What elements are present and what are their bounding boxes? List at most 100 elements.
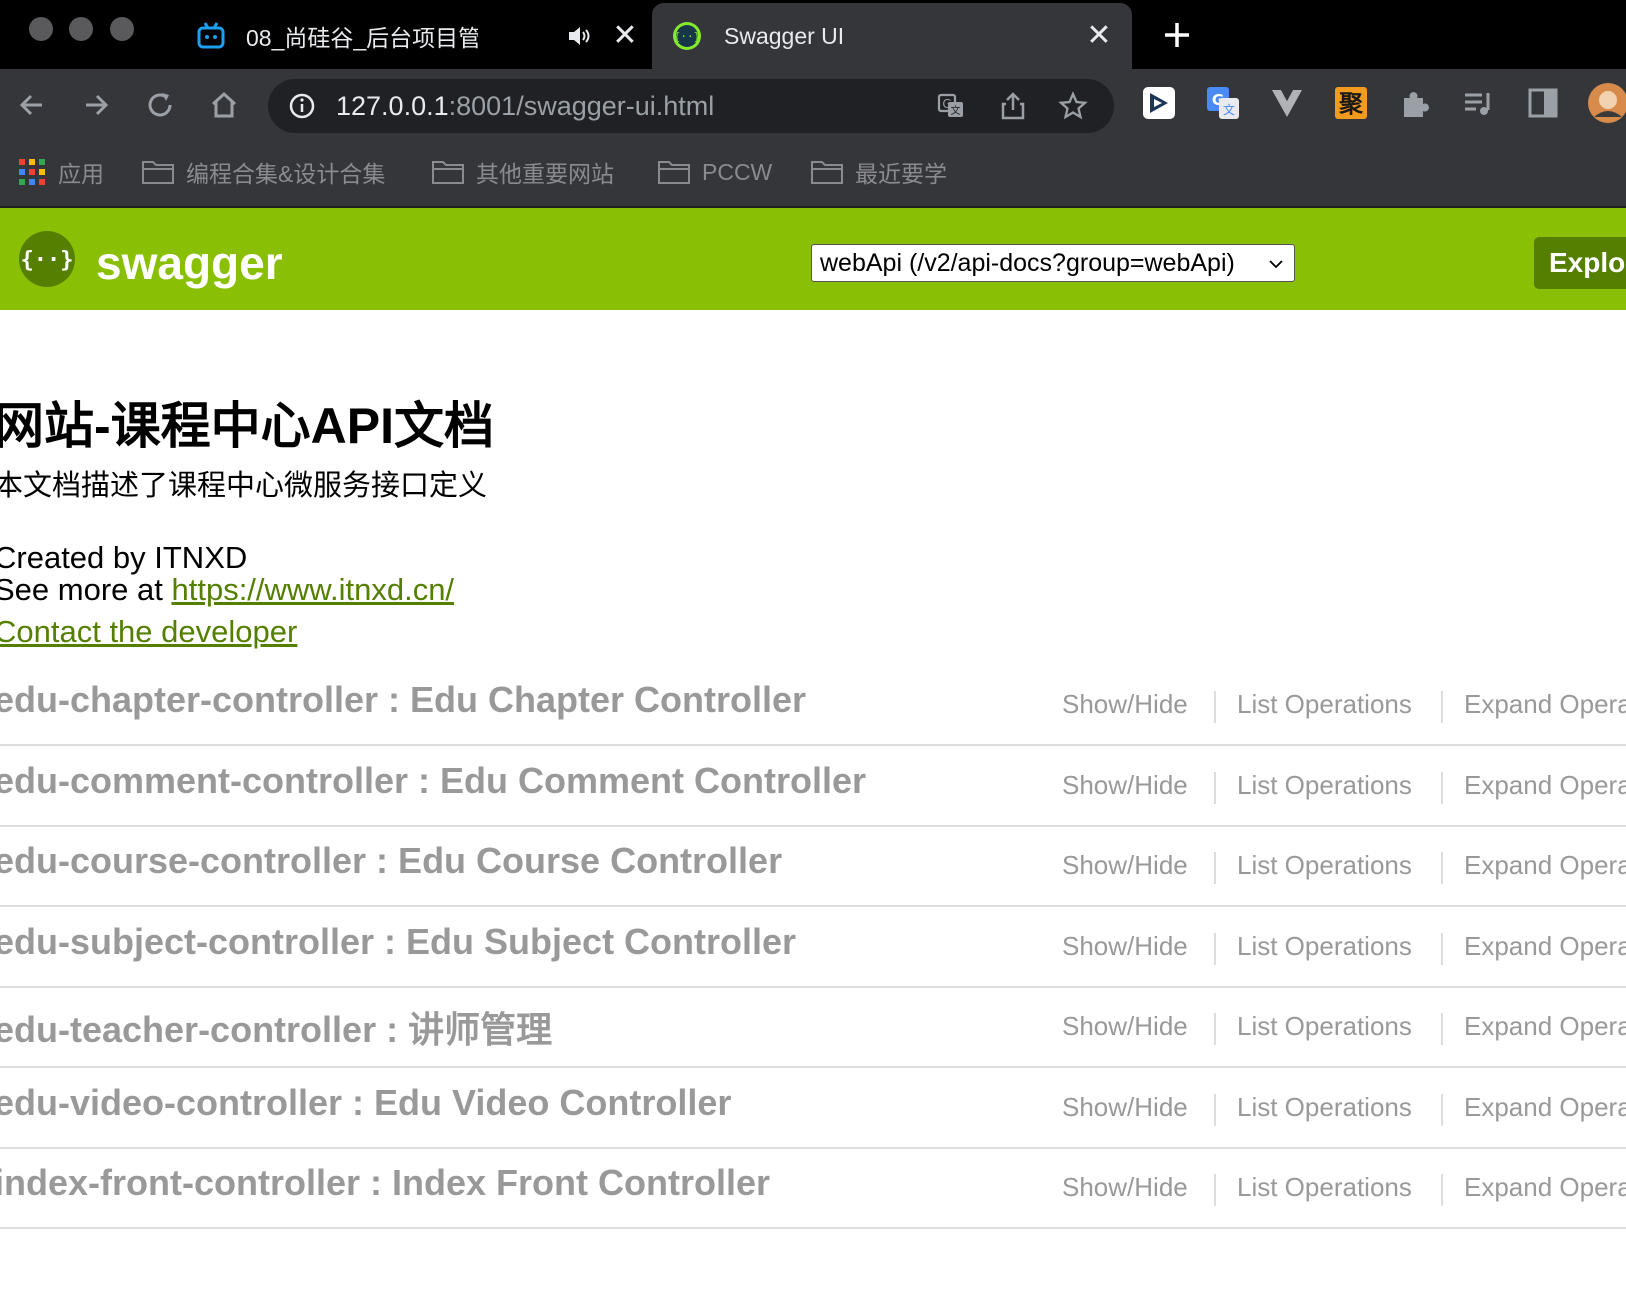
media-queue-icon[interactable] <box>1462 86 1496 120</box>
resource-row: edu-course-controller : Edu Course Contr… <box>0 824 1626 907</box>
tab-close-icon[interactable]: ✕ <box>610 21 640 51</box>
bilibili-icon <box>197 22 225 49</box>
bookmark-label: 最近要学 <box>855 161 947 187</box>
separator <box>1214 691 1216 723</box>
contact-developer-link[interactable]: Contact the developer <box>0 614 297 650</box>
site-info-icon[interactable] <box>288 92 316 120</box>
resource-row: edu-comment-controller : Edu Comment Con… <box>0 744 1626 827</box>
side-panel-icon[interactable] <box>1526 86 1560 120</box>
address-bar[interactable]: 127.0.0.1:8001/swagger-ui.html G 文 <box>268 79 1114 133</box>
list-operations-link[interactable]: List Operations <box>1237 689 1412 720</box>
expand-operations-link[interactable]: Expand Operations <box>1464 1172 1626 1203</box>
show-hide-link[interactable]: Show/Hide <box>1062 1172 1188 1203</box>
forward-arrow-icon[interactable] <box>80 89 112 121</box>
dark-reader-icon[interactable] <box>1142 86 1176 120</box>
window-minimize-dot[interactable] <box>69 17 93 41</box>
folder-icon <box>432 161 464 184</box>
bookmark-label: 其他重要网站 <box>476 161 614 187</box>
svg-text:{··}: {··} <box>674 30 701 43</box>
separator <box>1441 1013 1443 1045</box>
resource-row: edu-subject-controller : Edu Subject Con… <box>0 905 1626 988</box>
google-translate-icon[interactable]: G 文 <box>1206 86 1240 120</box>
show-hide-link[interactable]: Show/Hide <box>1062 931 1188 962</box>
expand-operations-link[interactable]: Expand Operations <box>1464 770 1626 801</box>
share-icon[interactable] <box>998 91 1028 121</box>
bookmark-folder-pccw[interactable]: PCCW <box>658 157 772 187</box>
folder-icon <box>142 161 174 184</box>
browser-tab-strip: 08_尚硅谷_后台项目管理模块 ✕ {··} Swagger UI ✕ <box>0 0 1626 69</box>
expand-operations-link[interactable]: Expand Operations <box>1464 689 1626 720</box>
bookmark-star-icon[interactable] <box>1058 91 1088 121</box>
tab-title: Swagger UI <box>724 22 845 49</box>
bookmark-folder-to-learn[interactable]: 最近要学 <box>811 157 947 187</box>
expand-operations-link[interactable]: Expand Operations <box>1464 1092 1626 1123</box>
window-zoom-dot[interactable] <box>110 17 134 41</box>
ju-label: 聚 <box>1338 90 1364 118</box>
created-by: Created by ITNXD <box>0 540 248 575</box>
new-tab-plus-icon[interactable] <box>1160 18 1194 52</box>
extensions-puzzle-icon[interactable] <box>1398 86 1432 120</box>
resource-heading[interactable]: edu-comment-controller : Edu Comment Con… <box>0 760 866 802</box>
svg-text:{··}: {··} <box>21 248 74 273</box>
api-spec-select-value: webApi (/v2/api-docs?group=webApi) <box>820 249 1235 277</box>
explore-button-label: Explo <box>1549 247 1626 278</box>
resource-heading[interactable]: index-front-controller : Index Front Con… <box>0 1162 770 1204</box>
list-operations-link[interactable]: List Operations <box>1237 1172 1412 1203</box>
expand-operations-link[interactable]: Expand Operations <box>1464 850 1626 881</box>
resource-row: edu-chapter-controller : Edu Chapter Con… <box>0 663 1626 746</box>
tab-close-icon[interactable]: ✕ <box>1084 21 1114 51</box>
url-port: :8001 <box>448 91 517 121</box>
profile-avatar-icon[interactable] <box>1588 83 1626 123</box>
swagger-logo-icon[interactable]: {··} <box>18 230 76 288</box>
bookmark-label: PCCW <box>702 158 773 185</box>
show-hide-link[interactable]: Show/Hide <box>1062 770 1188 801</box>
resource-heading[interactable]: edu-chapter-controller : Edu Chapter Con… <box>0 679 806 721</box>
svg-text:文: 文 <box>951 104 961 117</box>
resource-row: edu-teacher-controller : 讲师管理 Show/Hide Li… <box>0 985 1626 1068</box>
folder-icon <box>658 161 690 184</box>
window-close-dot[interactable] <box>29 17 53 41</box>
home-icon[interactable] <box>208 89 240 121</box>
show-hide-link[interactable]: Show/Hide <box>1062 1011 1188 1042</box>
bookmark-folder-programming[interactable]: 编程合集&设计合集 <box>142 157 385 187</box>
tab-bilibili[interactable]: 08_尚硅谷_后台项目管理模块 ✕ <box>170 3 650 69</box>
swagger-brand[interactable]: swagger <box>96 236 283 290</box>
separator <box>1441 772 1443 804</box>
separator <box>1214 1174 1216 1206</box>
swagger-icon: {··} <box>673 22 701 50</box>
bookmark-folder-important-sites[interactable]: 其他重要网站 <box>432 157 614 187</box>
url-text[interactable]: 127.0.0.1:8001/swagger-ui.html <box>336 91 714 122</box>
separator <box>1441 691 1443 723</box>
see-more-line: See more at https://www.itnxd.cn/ <box>0 572 454 608</box>
back-arrow-icon[interactable] <box>16 89 48 121</box>
expand-operations-link[interactable]: Expand Operations <box>1464 931 1626 962</box>
show-hide-link[interactable]: Show/Hide <box>1062 689 1188 720</box>
ju-icon[interactable]: 聚 <box>1334 86 1368 120</box>
reload-icon[interactable] <box>144 89 176 121</box>
list-operations-link[interactable]: List Operations <box>1237 1092 1412 1123</box>
tab-swagger-ui[interactable]: {··} Swagger UI ✕ <box>652 3 1132 69</box>
speaker-audio-icon[interactable] <box>566 23 592 49</box>
separator <box>1214 1094 1216 1126</box>
website-link[interactable]: https://www.itnxd.cn/ <box>171 572 454 607</box>
bookmark-apps[interactable]: 应用 <box>18 157 104 187</box>
list-operations-link[interactable]: List Operations <box>1237 1011 1412 1042</box>
list-operations-link[interactable]: List Operations <box>1237 931 1412 962</box>
translate-page-icon[interactable]: G 文 <box>936 91 966 121</box>
list-operations-link[interactable]: List Operations <box>1237 770 1412 801</box>
chevron-down-icon <box>1269 260 1283 269</box>
resource-heading[interactable]: edu-subject-controller : Edu Subject Con… <box>0 921 796 963</box>
resource-heading[interactable]: edu-teacher-controller : 讲师管理 <box>0 1001 552 1053</box>
explore-button[interactable]: Explo <box>1534 237 1626 289</box>
vue-devtools-icon[interactable] <box>1270 86 1304 120</box>
resource-row: edu-video-controller : Edu Video Control… <box>0 1066 1626 1149</box>
show-hide-link[interactable]: Show/Hide <box>1062 1092 1188 1123</box>
api-spec-select[interactable]: webApi (/v2/api-docs?group=webApi) <box>811 244 1295 282</box>
list-operations-link[interactable]: List Operations <box>1237 850 1412 881</box>
resource-heading[interactable]: edu-course-controller : Edu Course Contr… <box>0 840 782 882</box>
separator <box>1214 772 1216 804</box>
expand-operations-link[interactable]: Expand Operations <box>1464 1011 1626 1042</box>
show-hide-link[interactable]: Show/Hide <box>1062 850 1188 881</box>
resource-heading[interactable]: edu-video-controller : Edu Video Control… <box>0 1082 731 1124</box>
resource-row: index-front-controller : Index Front Con… <box>0 1146 1626 1229</box>
